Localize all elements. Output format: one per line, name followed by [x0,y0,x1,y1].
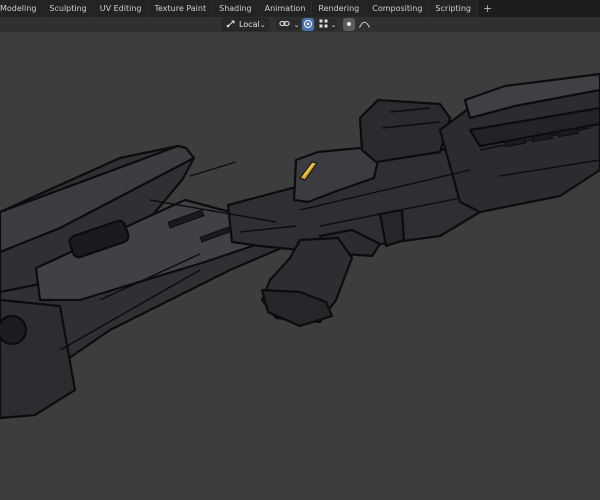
tab-uv-editing[interactable]: UV Editing [93,0,149,17]
snap-options-button[interactable]: ⌄ [293,18,300,31]
3d-viewport[interactable] [0,32,600,500]
transform-orientation-dropdown[interactable]: Local ⌄ [222,18,269,31]
add-workspace-button[interactable]: + [478,0,498,17]
chevron-down-icon: ⌄ [259,20,266,29]
tab-texture-paint[interactable]: Texture Paint [148,0,214,17]
chevron-down-icon: ⌄ [330,20,337,29]
falloff-button[interactable] [357,18,371,31]
tab-compositing[interactable]: Compositing [366,0,430,17]
tab-rendering[interactable]: Rendering [312,0,367,17]
tab-animation[interactable]: Animation [258,0,313,17]
workspace-tabs-bar: Modeling Sculpting UV Editing Texture Pa… [0,0,600,17]
tab-sculpting[interactable]: Sculpting [43,0,94,17]
chevron-down-icon: ⌄ [293,20,300,29]
transform-orientation-value: Local [239,20,260,29]
grid-snap-options-button[interactable]: ⌄ [330,18,337,31]
transform-group: Local ⌄ [222,18,271,31]
snap-group: ⌄ ⌄ [276,18,373,31]
tab-shading[interactable]: Shading [213,0,259,17]
rifle-model [0,72,600,420]
dot-icon [345,20,353,30]
proportional-edit-icon [303,19,313,31]
falloff-curve-icon [358,19,370,30]
viewport-header: Local ⌄ ⌄ ⌄ [0,17,600,32]
grid-snap-icon [319,19,328,30]
snap-target-button[interactable] [343,18,355,31]
grid-snap-button[interactable] [316,18,330,31]
tab-modeling[interactable]: Modeling [0,0,44,17]
transform-orientation-icon [226,19,236,30]
proportional-edit-button[interactable] [302,18,314,31]
link-icon [279,19,290,30]
rifle-stock-port [0,314,28,346]
snap-toggle[interactable] [276,18,293,31]
rifle-scope-mount [358,98,452,164]
tab-scripting[interactable]: Scripting [429,0,478,17]
